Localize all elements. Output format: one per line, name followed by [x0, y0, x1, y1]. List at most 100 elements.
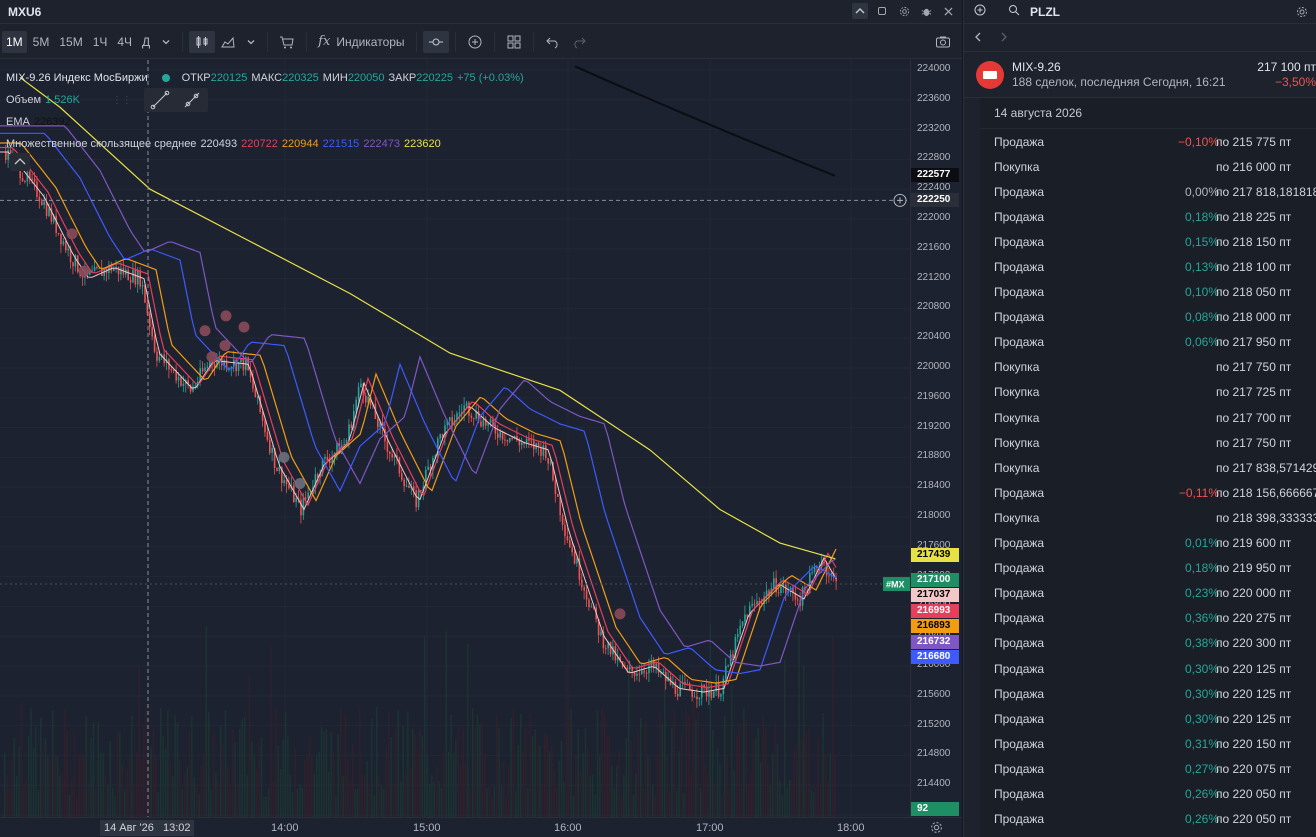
trade-row[interactable]: Продажа −0,10% по 215 775 пт [980, 129, 1316, 154]
price-chart-svg[interactable]: #MX [0, 60, 910, 817]
trade-row[interactable]: Покупка по 217 750 пт [980, 355, 1316, 380]
timeframe-1m[interactable]: 1M [2, 30, 27, 53]
indicators-button[interactable]: fx Индикаторы [313, 31, 409, 53]
volume-bar [85, 716, 87, 817]
trade-row[interactable]: Продажа 0,01% по 219 600 пт [980, 531, 1316, 556]
timeframe-5m[interactable]: 5M [29, 31, 54, 53]
timeframe-chevron-down-icon[interactable] [156, 31, 176, 53]
trade-side: Продажа [994, 485, 1045, 500]
candle-body [691, 690, 693, 697]
chart-type-chevron-down-icon[interactable] [241, 31, 261, 53]
compare-symbol-icon[interactable] [422, 30, 449, 53]
trade-row[interactable]: Продажа 0,26% по 220 050 пт [980, 807, 1316, 832]
candle-body [360, 383, 362, 387]
layout-grid-icon[interactable] [501, 31, 527, 53]
drag-handle-icon[interactable]: ⋮⋮ [112, 95, 132, 106]
trade-row[interactable]: Продажа 0,23% по 220 000 пт [980, 581, 1316, 606]
volume-bar [366, 761, 368, 817]
price-axis[interactable]: 224000 223600 223200 222800 222400 222000 2216… [910, 60, 962, 819]
close-icon[interactable] [940, 3, 956, 19]
ray-line-icon[interactable] [182, 90, 202, 110]
trade-row[interactable]: Покупка по 218 398,333333 пт [980, 505, 1316, 530]
window-restore-icon[interactable] [874, 3, 890, 19]
volume-bar [409, 768, 411, 817]
trade-row[interactable]: Покупка по 217 725 пт [980, 380, 1316, 405]
volume-bar [162, 736, 164, 817]
add-widget-icon[interactable] [974, 4, 986, 19]
trade-row[interactable]: Продажа 0,18% по 218 225 пт [980, 204, 1316, 229]
trade-row[interactable]: Продажа 0,08% по 218 000 пт [980, 305, 1316, 330]
trade-row[interactable]: Продажа −0,11%по 218 156,666667 пт [980, 480, 1316, 505]
bug-icon[interactable] [918, 3, 934, 19]
search-symbol-input[interactable]: PLZL [1030, 5, 1060, 19]
trade-row[interactable]: Покупка по 217 838,571429 пт [980, 455, 1316, 480]
trade-row[interactable]: Продажа 0,13% по 218 100 пт [980, 254, 1316, 279]
trade-row[interactable]: Продажа 0,30% по 220 125 пт [980, 681, 1316, 706]
trade-row[interactable]: Продажа 0,30% по 220 125 пт [980, 656, 1316, 681]
volume-bar [829, 753, 831, 817]
time-axis[interactable]: 14 Авг '26 13:02 14:00 15:00 16:00 17:00… [0, 817, 962, 837]
price-axis-label: 215600 [917, 688, 951, 700]
redo-icon[interactable] [566, 31, 592, 53]
trend-line-icon[interactable] [150, 90, 170, 110]
candle-body [117, 266, 120, 275]
volume-bar [88, 783, 90, 817]
trade-row[interactable]: Продажа 0,26% по 220 050 пт [980, 781, 1316, 806]
forward-chevron-icon[interactable] [1000, 31, 1008, 45]
trade-row[interactable]: Продажа 0,31% по 220 150 пт [980, 731, 1316, 756]
search-icon[interactable] [1008, 4, 1020, 19]
legend-mma-value: 220722 [241, 138, 278, 150]
area-chart-icon[interactable] [215, 31, 241, 53]
trade-percent: −0,10% [1177, 134, 1219, 149]
trade-row[interactable]: Продажа 0,36% по 220 275 пт [980, 606, 1316, 631]
candles-chart-icon[interactable] [189, 30, 216, 53]
trade-row[interactable]: Покупка по 217 700 пт [980, 405, 1316, 430]
trade-row[interactable]: Продажа 0,06% по 217 950 пт [980, 330, 1316, 355]
trade-row[interactable]: Продажа 0,30% по 220 125 пт [980, 706, 1316, 731]
volume-bar [32, 747, 35, 817]
volume-bar [4, 752, 6, 817]
collapse-chevron-icon[interactable] [852, 3, 868, 19]
timeframe-4h[interactable]: 4Ч [113, 31, 136, 53]
trade-row[interactable]: Продажа 0,27% по 220 075 пт [980, 756, 1316, 781]
candle-body [177, 376, 180, 381]
candle-body [170, 369, 173, 371]
trade-row[interactable]: Продажа 0,15% по 218 150 пт [980, 229, 1316, 254]
volume-bar [143, 726, 145, 817]
legend-volume-label: Объем [6, 94, 42, 106]
trade-side: Продажа [994, 561, 1045, 576]
timeframe-15m[interactable]: 15M [55, 31, 86, 53]
volume-bar [92, 722, 95, 817]
timeframe-1d[interactable]: Д [138, 31, 154, 53]
add-plus-icon[interactable] [462, 31, 488, 53]
panel-settings-gear-icon[interactable] [1296, 6, 1308, 21]
candle-body [43, 201, 45, 206]
price-axis-label: 218400 [917, 480, 951, 492]
legend-close-value: 220225 [416, 72, 453, 84]
trade-row[interactable]: Продажа 0,18% по 219 950 пт [980, 556, 1316, 581]
trade-row[interactable]: Покупка по 216 000 пт [980, 154, 1316, 179]
volume-bar [227, 766, 229, 817]
candle-body [797, 599, 799, 601]
candle-body [288, 484, 290, 489]
trade-row[interactable]: Продажа 0,10% по 218 050 пт [980, 280, 1316, 305]
trade-row[interactable]: Покупка по 217 750 пт [980, 430, 1316, 455]
chart-plot-area[interactable]: #MX [0, 60, 910, 817]
instrument-header[interactable]: MIX-9.26 188 сделок, последняя Сегодня, … [964, 52, 1316, 98]
volume-bar [640, 717, 642, 817]
back-chevron-icon[interactable] [974, 31, 982, 45]
settings-gear-icon[interactable] [896, 3, 912, 19]
volume-bar [740, 787, 743, 817]
camera-screenshot-icon[interactable] [930, 31, 956, 53]
axis-settings-gear-icon[interactable] [930, 821, 943, 837]
trade-row[interactable]: Продажа 0,38% по 220 300 пт [980, 631, 1316, 656]
volume-bar [565, 664, 567, 817]
timeframe-1h[interactable]: 1Ч [89, 31, 112, 53]
candle-body [36, 181, 38, 197]
line-tool-icon[interactable] [143, 88, 208, 112]
trade-row[interactable]: Продажа 0,00%по 217 818,181818 пт [980, 179, 1316, 204]
volume-bar [793, 750, 795, 817]
volume-bar [820, 785, 822, 817]
undo-icon[interactable] [540, 31, 566, 53]
cart-icon[interactable] [274, 31, 300, 53]
